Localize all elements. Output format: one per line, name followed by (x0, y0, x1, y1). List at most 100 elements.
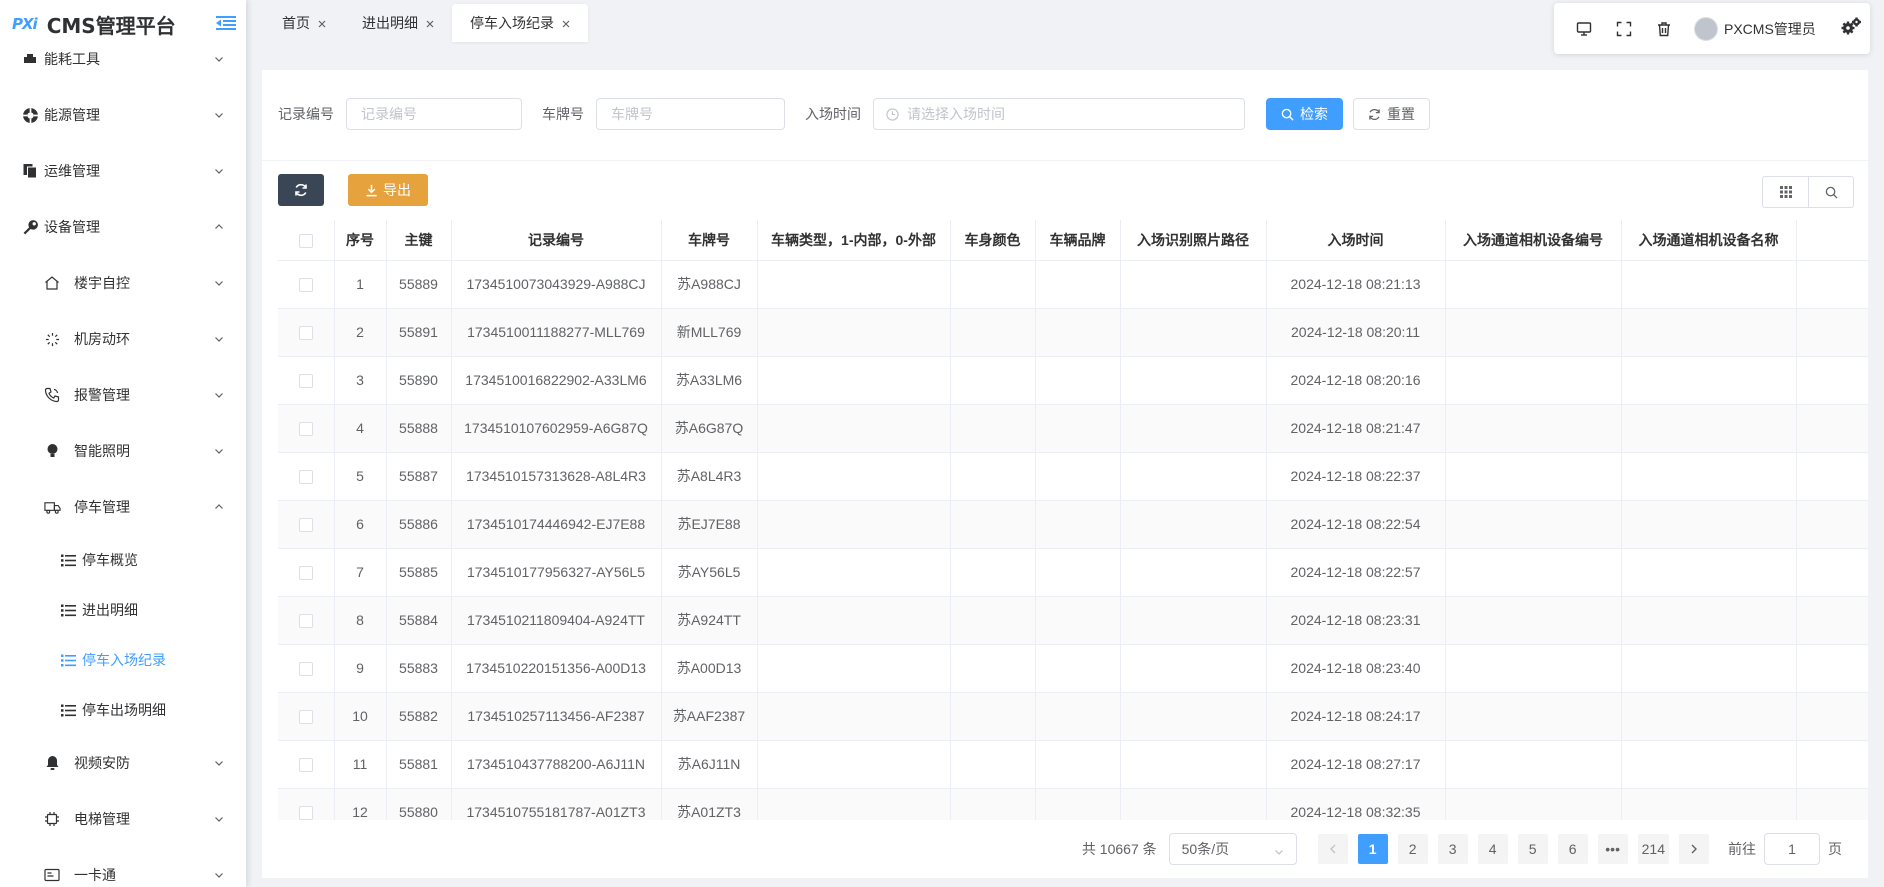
row-checkbox[interactable] (298, 518, 313, 533)
table-cell (1621, 356, 1797, 405)
sidebar-item-3[interactable]: 设备管理 (0, 199, 246, 255)
sidebar-item-2[interactable]: 运维管理 (0, 143, 246, 199)
sidebar-item-15[interactable]: 一卡通 (0, 847, 246, 887)
entry-time-picker[interactable]: 请选择入场时间 (873, 98, 1245, 130)
username[interactable]: PXCMS管理员 (1724, 19, 1816, 39)
table-cell: 11 (334, 740, 387, 789)
table-cell (950, 356, 1036, 405)
columns-grid-icon[interactable] (1763, 177, 1808, 207)
row-checkbox[interactable] (298, 758, 313, 773)
table-row[interactable]: 1 55889 1734510073043929-A988CJ 苏A988CJ 2024… (278, 260, 1868, 309)
row-checkbox[interactable] (298, 566, 313, 581)
page-button[interactable]: 3 (1437, 834, 1468, 864)
table-cell (1120, 692, 1267, 741)
sidebar-item-8[interactable]: 停车管理 (0, 479, 246, 535)
toggle-search-icon[interactable] (1808, 177, 1853, 207)
trash-icon[interactable] (1644, 9, 1684, 49)
sidebar-item-10[interactable]: 进出明细 (0, 585, 246, 635)
chevron-down-icon (214, 870, 224, 880)
sidebar-item-1[interactable]: 能源管理 (0, 87, 246, 143)
table-cell (1120, 500, 1267, 549)
sidebar-item-6[interactable]: 报警管理 (0, 367, 246, 423)
sidebar-item-label: 停车出场明细 (82, 702, 166, 718)
table-cell: 苏A01ZT3 (661, 788, 758, 820)
plate-input[interactable] (596, 98, 785, 130)
goto-page-input[interactable] (1764, 833, 1820, 865)
page-size-select[interactable]: 50条/页 (1168, 833, 1297, 865)
table-cell (1796, 692, 1868, 741)
sidebar-item-9[interactable]: 停车概览 (0, 535, 246, 585)
row-checkbox[interactable] (298, 326, 313, 341)
page-button[interactable]: 6 (1557, 834, 1588, 864)
list-icon (60, 550, 76, 570)
sidebar-item-12[interactable]: 停车出场明细 (0, 685, 246, 735)
table-cell (1120, 260, 1267, 309)
row-checkbox[interactable] (298, 470, 313, 485)
row-checkbox[interactable] (298, 422, 313, 437)
refresh-button[interactable] (278, 174, 324, 206)
sidebar-item-11[interactable]: 停车入场纪录 (0, 635, 246, 685)
settings-gears-icon[interactable] (1840, 17, 1862, 40)
row-checkbox[interactable] (298, 374, 313, 389)
table-cell: 3 (334, 356, 387, 405)
sidebar-item-13[interactable]: 视频安防 (0, 735, 246, 791)
page-button[interactable]: ••• (1597, 834, 1628, 864)
table-cell (1445, 404, 1622, 453)
menu-collapse-icon[interactable] (216, 14, 236, 32)
table-cell: 10 (334, 692, 387, 741)
prev-page-button[interactable] (1317, 834, 1348, 864)
table-row[interactable]: 12 55880 1734510755181787-A01ZT3 苏A01ZT3 202… (278, 788, 1868, 820)
row-checkbox[interactable] (298, 806, 313, 820)
page-button[interactable]: 5 (1517, 834, 1548, 864)
sidebar-item-label: 报警管理 (74, 387, 130, 403)
page-button[interactable]: 2 (1397, 834, 1428, 864)
avatar[interactable] (1694, 16, 1718, 41)
table-row[interactable]: 8 55884 1734510211809404-A924TT 苏A924TT 2024… (278, 596, 1868, 645)
row-checkbox[interactable] (298, 278, 313, 293)
sidebar-item-7[interactable]: 智能照明 (0, 423, 246, 479)
row-checkbox[interactable] (298, 710, 313, 725)
close-icon[interactable] (318, 16, 326, 31)
table-cell (1120, 452, 1267, 501)
table-cell: 9 (334, 644, 387, 693)
table-row[interactable]: 4 55888 1734510107602959-A6G87Q 苏A6G87Q 2024… (278, 404, 1868, 453)
record-input[interactable] (346, 98, 522, 130)
next-page-button[interactable] (1679, 834, 1709, 864)
tab-2[interactable]: 停车入场纪录 (452, 4, 588, 42)
table-body: 1 55889 1734510073043929-A988CJ 苏A988CJ 2024… (278, 260, 1868, 820)
sidebar-item-14[interactable]: 电梯管理 (0, 791, 246, 847)
table-row[interactable]: 3 55890 1734510016822902-A33LM6 苏A33LM6 2024… (278, 356, 1868, 405)
table-cell (950, 404, 1036, 453)
chevron-down-icon (214, 166, 224, 176)
page-button[interactable]: 214 (1637, 834, 1669, 864)
table-row[interactable]: 11 55881 1734510437788200-A6J11N 苏A6J11N 202… (278, 740, 1868, 789)
export-button[interactable]: 导出 (348, 174, 428, 206)
monitor-icon[interactable] (1564, 9, 1604, 49)
table-row[interactable]: 10 55882 1734510257113456-AF2387 苏AAF2387 20… (278, 692, 1868, 741)
page-button[interactable]: 1 (1357, 834, 1388, 864)
fullscreen-icon[interactable] (1604, 9, 1644, 49)
home-icon (42, 273, 62, 293)
search-button[interactable]: 检索 (1266, 98, 1343, 130)
close-icon[interactable] (426, 16, 434, 31)
table-row[interactable]: 5 55887 1734510157313628-A8L4R3 苏A8L4R3 2024… (278, 452, 1868, 501)
tool-icon (20, 49, 40, 69)
tab-1[interactable]: 进出明细 (344, 4, 452, 42)
sidebar-item-4[interactable]: 楼宇自控 (0, 255, 246, 311)
select-all-checkbox[interactable] (298, 233, 313, 248)
sidebar-item-5[interactable]: 机房动环 (0, 311, 246, 367)
logo-mark: PXi (12, 15, 38, 33)
reset-button[interactable]: 重置 (1353, 98, 1430, 130)
page-button[interactable]: 4 (1477, 834, 1508, 864)
close-icon[interactable] (562, 16, 570, 31)
table-row[interactable]: 2 55891 1734510011188277-MLL769 新MLL769 2024… (278, 308, 1868, 357)
row-checkbox[interactable] (298, 614, 313, 629)
row-checkbox[interactable] (298, 662, 313, 677)
table-row[interactable]: 6 55886 1734510174446942-EJ7E88 苏EJ7E88 2024… (278, 500, 1868, 549)
table-cell: 1734510177956327-AY56L5 (451, 548, 662, 597)
table-cell (1120, 548, 1267, 597)
table-row[interactable]: 7 55885 1734510177956327-AY56L5 苏AY56L5 2024… (278, 548, 1868, 597)
tab-0[interactable]: 首页 (264, 4, 344, 42)
table-row[interactable]: 9 55883 1734510220151356-A00D13 苏A00D13 2024… (278, 644, 1868, 693)
row-select-cell (278, 404, 335, 453)
